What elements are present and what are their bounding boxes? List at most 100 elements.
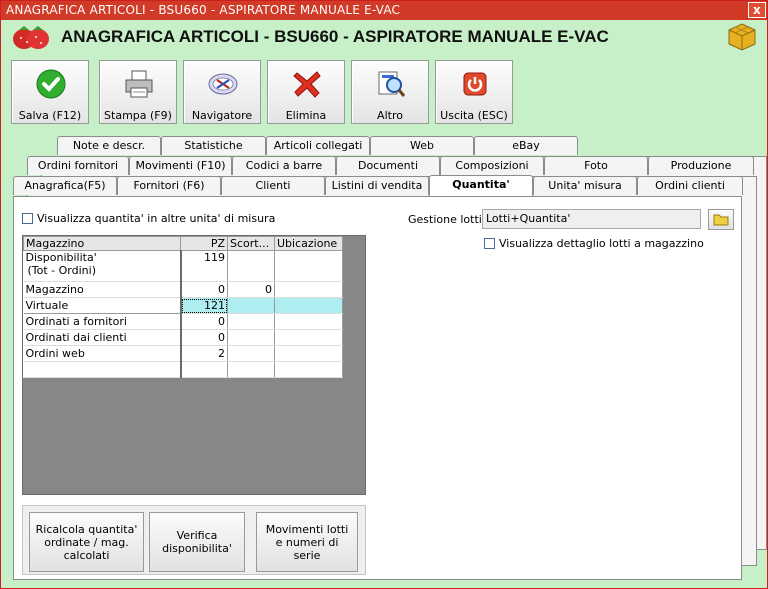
tab-statistiche[interactable]: Statistiche bbox=[161, 136, 266, 155]
printer-icon bbox=[125, 70, 153, 98]
delete-button[interactable]: Elimina bbox=[267, 60, 345, 124]
cell-ubicazione[interactable] bbox=[274, 313, 343, 330]
tab-row-1: Note e descr. Statistiche Articoli colle… bbox=[41, 136, 765, 156]
more-label: Altro bbox=[377, 109, 403, 122]
row-name-line2: (Tot - Ordini) bbox=[27, 264, 97, 277]
tab-row-3: Anagrafica(F5) Fornitori (F6) Clienti Li… bbox=[13, 175, 743, 196]
cell-pz[interactable]: 121 bbox=[180, 297, 228, 314]
tab-web[interactable]: Web bbox=[370, 136, 474, 155]
more-button[interactable]: Altro bbox=[351, 60, 429, 124]
quantity-grid: Magazzino PZ Scort... Ubicazione Disponi… bbox=[22, 235, 366, 495]
close-button[interactable]: x bbox=[748, 2, 766, 18]
cell-scorta[interactable] bbox=[227, 345, 275, 362]
tab-row-2: Ordini fornitori Movimenti (F10) Codici … bbox=[27, 156, 755, 176]
table-row: Disponibilita' (Tot - Ordini) 119 bbox=[23, 250, 343, 282]
table-row: Ordini web 2 bbox=[23, 345, 343, 362]
compass-icon bbox=[208, 73, 238, 95]
window-titlebar[interactable]: ANAGRAFICA ARTICOLI - BSU660 - ASPIRATOR… bbox=[1, 1, 767, 20]
verify-availability-button[interactable]: Verifica disponibilita' bbox=[149, 512, 245, 572]
tab-articoli-collegati[interactable]: Articoli collegati bbox=[266, 136, 370, 155]
cell-pz[interactable]: 0 bbox=[180, 313, 228, 330]
cell-pz[interactable]: 0 bbox=[180, 329, 228, 346]
lot-detail-checkbox[interactable] bbox=[484, 238, 495, 249]
lot-movements-button[interactable]: Movimenti lotti e numeri di serie bbox=[256, 512, 358, 572]
cell-scorta[interactable]: 0 bbox=[227, 281, 275, 298]
strawberries-icon bbox=[13, 26, 49, 49]
col-header-pz[interactable]: PZ bbox=[180, 236, 228, 251]
table-row: Magazzino 0 0 bbox=[23, 281, 343, 298]
table-row: Ordinati a fornitori 0 bbox=[23, 313, 343, 330]
tab-foto[interactable]: Foto bbox=[544, 156, 648, 175]
tab-fornitori[interactable]: Fornitori (F6) bbox=[117, 176, 221, 195]
tab-ordini-clienti[interactable]: Ordini clienti bbox=[637, 176, 743, 195]
folder-icon bbox=[713, 214, 729, 226]
cell-ubicazione[interactable] bbox=[274, 281, 343, 298]
quantity-table: Magazzino PZ Scort... Ubicazione Disponi… bbox=[23, 236, 343, 378]
lot-management-browse-button[interactable] bbox=[708, 209, 734, 230]
row-name-line1: Disponibilita' bbox=[25, 251, 97, 264]
exit-button[interactable]: Uscita (ESC) bbox=[435, 60, 513, 124]
row-name: Magazzino bbox=[23, 281, 182, 298]
lot-management-field[interactable]: Lotti+Quantita' bbox=[482, 209, 701, 229]
row-name: Virtuale bbox=[23, 297, 182, 314]
cell-empty[interactable] bbox=[274, 361, 343, 378]
lot-management-label: Gestione lotti : bbox=[408, 213, 490, 226]
tab-composizioni[interactable]: Composizioni bbox=[440, 156, 544, 175]
cell-ubicazione[interactable] bbox=[274, 250, 343, 282]
cell-scorta[interactable] bbox=[227, 297, 275, 314]
row-name-empty bbox=[23, 361, 182, 378]
row-name: Ordinati a fornitori bbox=[23, 313, 182, 330]
tab-listini[interactable]: Listini di vendita bbox=[325, 176, 429, 195]
red-x-icon bbox=[293, 71, 321, 98]
recalc-button[interactable]: Ricalcola quantita' ordinate / mag. calc… bbox=[29, 512, 144, 572]
col-header-scorta[interactable]: Scort... bbox=[227, 236, 275, 251]
table-header-row: Magazzino PZ Scort... Ubicazione bbox=[23, 236, 343, 251]
table-row-empty bbox=[23, 361, 343, 378]
cell-pz[interactable]: 2 bbox=[180, 345, 228, 362]
table-row: Ordinati dai clienti 0 bbox=[23, 329, 343, 346]
cell-ubicazione[interactable] bbox=[274, 329, 343, 346]
cell-ubicazione[interactable] bbox=[274, 297, 343, 314]
cell-empty[interactable] bbox=[227, 361, 275, 378]
cell-pz[interactable]: 119 bbox=[180, 250, 228, 282]
tab-unita-misura[interactable]: Unita' misura bbox=[533, 176, 637, 195]
navigator-label: Navigatore bbox=[191, 109, 253, 122]
tab-clienti[interactable]: Clienti bbox=[221, 176, 325, 195]
row-name: Ordini web bbox=[23, 345, 182, 362]
row-name-disponibilita: Disponibilita' (Tot - Ordini) bbox=[23, 250, 182, 282]
cell-scorta[interactable] bbox=[227, 313, 275, 330]
cube-icon bbox=[728, 23, 756, 51]
cell-scorta[interactable] bbox=[227, 250, 275, 282]
delete-label: Elimina bbox=[285, 109, 327, 122]
tab-anagrafica[interactable]: Anagrafica(F5) bbox=[13, 176, 117, 195]
tab-ordini-fornitori[interactable]: Ordini fornitori bbox=[27, 156, 129, 175]
cell-scorta[interactable] bbox=[227, 329, 275, 346]
checkmark-icon bbox=[36, 69, 66, 99]
tab-documenti[interactable]: Documenti bbox=[336, 156, 440, 175]
show-other-units-checkbox[interactable] bbox=[22, 213, 33, 224]
row-name: Ordinati dai clienti bbox=[23, 329, 182, 346]
tab-quantita[interactable]: Quantita' bbox=[429, 175, 533, 196]
tab-movimenti[interactable]: Movimenti (F10) bbox=[129, 156, 232, 175]
navigator-button[interactable]: Navigatore bbox=[183, 60, 261, 124]
cell-ubicazione[interactable] bbox=[274, 345, 343, 362]
header-band: ANAGRAFICA ARTICOLI - BSU660 - ASPIRATOR… bbox=[1, 20, 767, 56]
exit-label: Uscita (ESC) bbox=[440, 109, 508, 122]
tab-produzione[interactable]: Produzione bbox=[648, 156, 754, 175]
page-title: ANAGRAFICA ARTICOLI - BSU660 - ASPIRATOR… bbox=[61, 27, 609, 46]
cell-pz[interactable]: 0 bbox=[180, 281, 228, 298]
quantita-panel: Visualizza quantita' in altre unita' di … bbox=[13, 196, 742, 580]
window: ANAGRAFICA ARTICOLI - BSU660 - ASPIRATOR… bbox=[0, 0, 768, 589]
lot-detail-label: Visualizza dettaglio lotti a magazzino bbox=[499, 237, 704, 250]
cell-empty[interactable] bbox=[180, 361, 228, 378]
tab-note[interactable]: Note e descr. bbox=[57, 136, 161, 155]
save-button[interactable]: Salva (F12) bbox=[11, 60, 89, 124]
tab-codici-barre[interactable]: Codici a barre bbox=[232, 156, 336, 175]
col-header-magazzino[interactable]: Magazzino bbox=[23, 236, 181, 251]
window-title: ANAGRAFICA ARTICOLI - BSU660 - ASPIRATOR… bbox=[6, 3, 401, 17]
tab-ebay[interactable]: eBay bbox=[474, 136, 578, 155]
table-row-selected: Virtuale 121 bbox=[23, 297, 343, 314]
power-icon bbox=[463, 72, 487, 96]
col-header-ubicazione[interactable]: Ubicazione bbox=[274, 236, 343, 251]
print-button[interactable]: Stampa (F9) bbox=[99, 60, 177, 124]
